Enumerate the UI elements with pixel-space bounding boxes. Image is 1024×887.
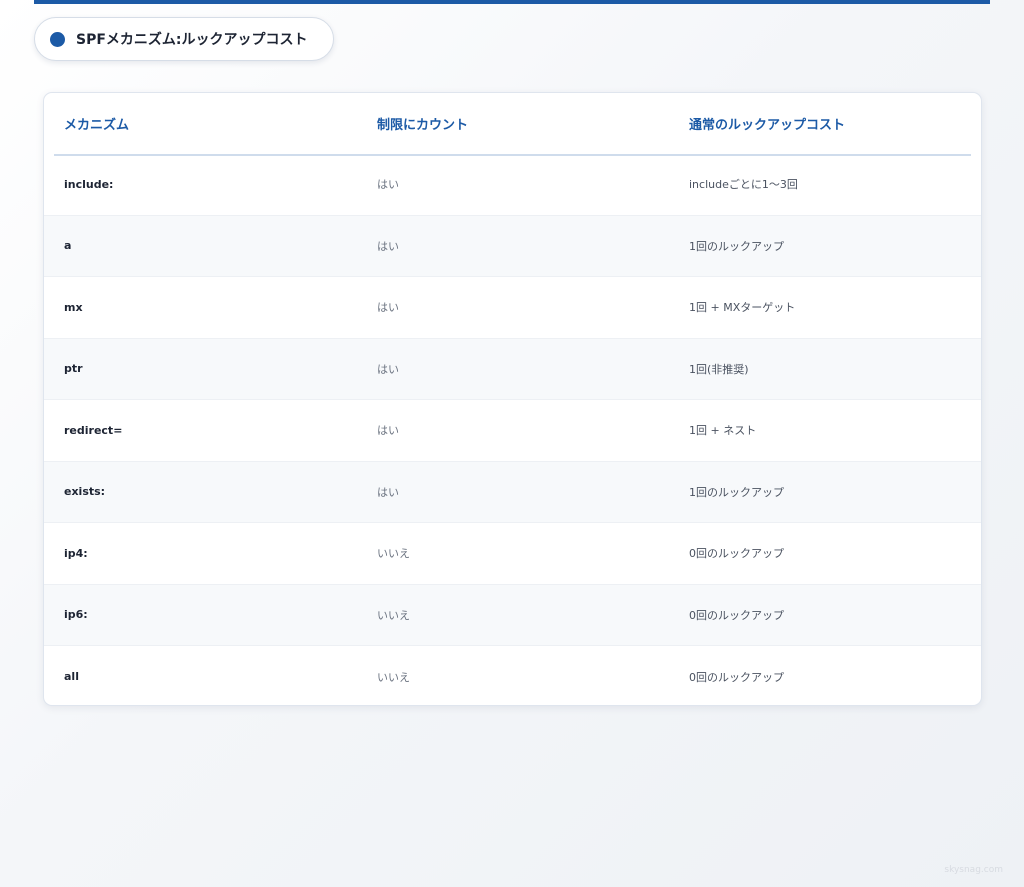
bullet-dot-icon [50,31,65,47]
cost-cell: includeごとに1〜3回 [689,178,798,192]
header-counts-toward-limit: 制限にカウント [377,118,469,133]
cost-cell: 1回 + MXターゲット [689,301,796,315]
cost-cell: 1回のルックアップ [689,239,784,253]
mechanism-cell: ip6: [64,608,88,622]
counts-cell: はい [377,485,399,499]
mechanism-cell: redirect= [64,423,123,437]
mechanism-cell: mx [64,300,83,314]
table-row: ip6: いいえ 0回のルックアップ [44,584,981,646]
counts-cell: はい [377,178,399,192]
counts-cell: はい [377,239,399,253]
mechanism-cell: all [64,670,79,684]
cost-cell: 1回 + ネスト [689,424,757,438]
cost-cell: 0回のルックアップ [689,608,784,622]
table-row: all いいえ 0回のルックアップ [44,646,981,705]
table-header: メカニズム 制限にカウント 通常のルックアップコスト [54,93,971,156]
header-mechanism: メカニズム [64,118,130,133]
counts-cell: はい [377,362,399,376]
watermark: skysnag.com [944,865,1003,875]
mechanism-cell: a [64,239,72,253]
table-row: include: はい includeごとに1〜3回 [44,154,981,216]
table-row: a はい 1回のルックアップ [44,215,981,277]
mechanism-cell: include: [64,177,114,191]
cost-cell: 0回のルックアップ [689,547,784,561]
table-body: include: はい includeごとに1〜3回 a はい 1回のルックアッ… [44,154,981,705]
counts-cell: はい [377,424,399,438]
table-row: redirect= はい 1回 + ネスト [44,400,981,462]
table-row: mx はい 1回 + MXターゲット [44,277,981,339]
mechanism-cell: exists: [64,485,106,499]
cost-cell: 1回のルックアップ [689,485,784,499]
counts-cell: はい [377,301,399,315]
table-row: ptr はい 1回(非推奨) [44,338,981,400]
counts-cell: いいえ [377,608,410,622]
cost-cell: 1回(非推奨) [689,362,749,376]
table-row: ip4: いいえ 0回のルックアップ [44,523,981,585]
page-title: SPFメカニズム:ルックアップコスト [76,32,308,48]
lookup-cost-table: メカニズム 制限にカウント 通常のルックアップコスト include: はい i… [43,92,982,706]
top-accent-bar [34,0,990,4]
mechanism-cell: ptr [64,362,83,376]
table-row: exists: はい 1回のルックアップ [44,461,981,523]
title-badge: SPFメカニズム:ルックアップコスト [34,17,334,61]
header-typical-lookup-cost: 通常のルックアップコスト [689,118,846,133]
cost-cell: 0回のルックアップ [689,670,784,684]
counts-cell: いいえ [377,547,410,561]
counts-cell: いいえ [377,670,410,684]
mechanism-cell: ip4: [64,546,88,560]
